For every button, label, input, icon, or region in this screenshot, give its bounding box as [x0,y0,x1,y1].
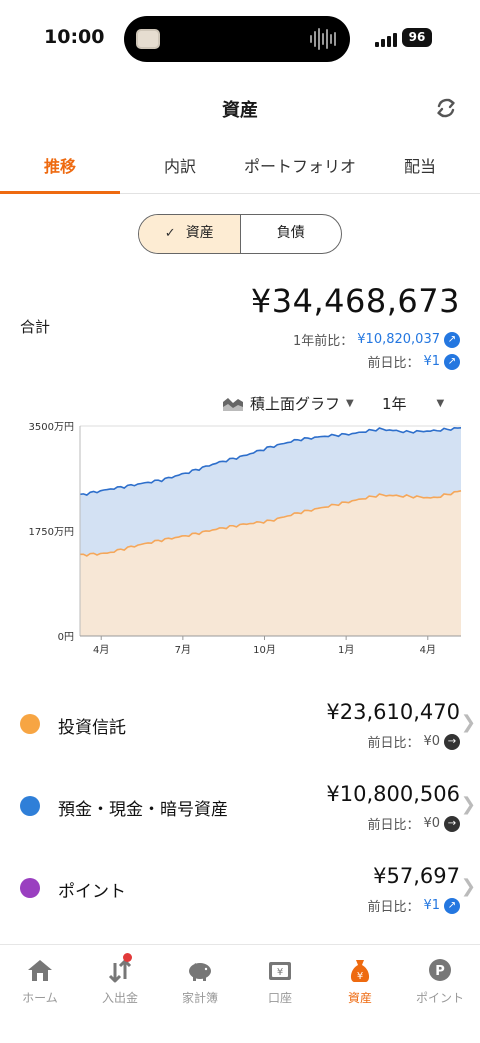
arrow-right-icon: → [444,733,460,750]
caret-down-icon: ▼ [346,398,354,409]
page-title: 資産 [222,100,258,121]
nav-household-book[interactable]: 家計簿 [160,945,240,1043]
status-bar: 10:00 96 [0,0,480,80]
check-icon: ✓ [164,226,176,241]
chevron-right-icon: ❯ [460,794,476,815]
chart-type-selector[interactable]: 積上面グラフ ▼ [222,393,354,414]
asset-day-comparison: 前日比： ¥1 ↗ [367,896,460,915]
tab-trend[interactable]: 推移 [0,140,120,194]
nav-header: 資産 [0,80,480,132]
x-tick-label: 10月 [253,644,276,656]
total-value: ¥34,468,673 [250,282,460,320]
bottom-navigation: ホーム 入出金 家計簿 ¥ 口座 ¥ 資産 P ポイント [0,944,480,1043]
year-comparison-value: ¥10,820,037 [357,332,440,347]
segment-assets[interactable]: ✓ 資産 [139,215,241,253]
day-comparison-value: ¥1 [423,354,440,369]
nav-label: 口座 [267,991,292,1005]
tab-bar: 推移 内訳 ポートフォリオ 配当 [0,140,480,194]
wallet-icon: ¥ [269,962,291,980]
nav-assets[interactable]: ¥ 資産 [320,945,400,1043]
y-tick-label: 3500万円 [29,422,74,433]
chevron-right-icon: ❯ [460,712,476,733]
segment-assets-label: 資産 [185,225,214,241]
points-color-dot [20,878,40,898]
point-icon: P [429,959,451,981]
asset-cmp-label: 前日比： [367,736,420,751]
asset-name: 投資信託 [58,718,126,738]
asset-cmp-value: ¥1 [423,898,440,913]
nav-accounts[interactable]: ¥ 口座 [240,945,320,1043]
asset-name: ポイント [58,882,126,902]
tab-dividend[interactable]: 配当 [360,140,480,193]
asset-row-investment-trust[interactable]: 投資信託 ¥23,610,470 前日比： ¥0 → ❯ [0,682,480,764]
arrow-up-right-icon: ↗ [444,353,460,370]
signal-icon [375,33,397,47]
arrow-right-icon: → [444,815,460,832]
battery-indicator: 96 [402,28,432,47]
investment-trust-color-dot [20,714,40,734]
x-tick-label: 4月 [93,644,109,656]
asset-cmp-value: ¥0 [423,816,440,831]
chart-type-label: 積上面グラフ [250,395,341,413]
y-tick-label: 0円 [58,632,74,643]
asset-row-points[interactable]: ポイント ¥57,697 前日比： ¥1 ↗ ❯ [0,846,480,928]
day-comparison-label: 前日比： [367,356,420,371]
nav-label: ホーム [22,991,58,1005]
money-bag-icon: ¥ [350,960,370,982]
piggy-bank-icon [189,963,211,981]
nav-points[interactable]: P ポイント [400,945,480,1043]
asset-cmp-label: 前日比： [367,818,420,833]
day-comparison: 前日比： ¥1 ↗ [367,352,460,371]
now-playing-artwork-icon [136,29,160,49]
x-tick-label: 7月 [175,644,191,656]
arrow-up-right-icon: ↗ [444,897,460,914]
year-comparison-label: 1年前比： [293,334,354,349]
asset-day-comparison: 前日比： ¥0 → [367,814,460,833]
nav-transfers[interactable]: 入出金 [80,945,160,1043]
x-tick-label: 4月 [420,644,436,656]
asset-day-comparison: 前日比： ¥0 → [367,732,460,751]
arrow-up-right-icon: ↗ [444,331,460,348]
nav-home[interactable]: ホーム [0,945,80,1043]
asset-value: ¥23,610,470 [326,700,460,724]
asset-value: ¥57,697 [373,864,460,888]
asset-value: ¥10,800,506 [326,782,460,806]
y-tick-label: 1750万円 [29,527,74,538]
audio-waveform-icon [310,27,336,51]
deposits-color-dot [20,796,40,816]
chevron-right-icon: ❯ [460,876,476,897]
status-time: 10:00 [44,26,105,48]
year-comparison: 1年前比： ¥10,820,037 ↗ [293,330,460,349]
area-chart-icon [223,397,243,411]
segment-liabilities[interactable]: 負債 [241,215,342,253]
asset-liability-toggle: ✓ 資産 負債 [138,214,342,254]
asset-area-chart[interactable]: 3500万円 1750万円 0円 4月 7月 10月 1月 4月 [0,412,480,664]
tab-portfolio[interactable]: ポートフォリオ [240,140,360,193]
asset-row-deposits-cash-crypto[interactable]: 預金・現金・暗号資産 ¥10,800,506 前日比： ¥0 → ❯ [0,764,480,846]
svg-text:¥: ¥ [357,971,363,982]
nav-label: ポイント [415,991,464,1005]
x-tick-label: 1月 [338,644,354,656]
asset-cmp-value: ¥0 [423,734,440,749]
caret-down-icon: ▼ [436,398,445,409]
asset-name: 預金・現金・暗号資産 [58,800,228,820]
period-selector[interactable]: 1年 ▼ [382,393,444,414]
period-label: 1年 [382,395,407,413]
home-icon [28,960,52,981]
nav-label: 資産 [347,991,372,1005]
refresh-icon[interactable] [432,94,460,122]
tab-breakdown[interactable]: 内訳 [120,140,240,193]
nav-label: 入出金 [101,991,138,1005]
dynamic-island[interactable] [124,16,350,62]
total-label: 合計 [20,318,51,336]
asset-cmp-label: 前日比： [367,900,420,915]
nav-label: 家計簿 [181,991,218,1005]
svg-text:P: P [435,964,445,979]
svg-text:¥: ¥ [277,967,283,978]
